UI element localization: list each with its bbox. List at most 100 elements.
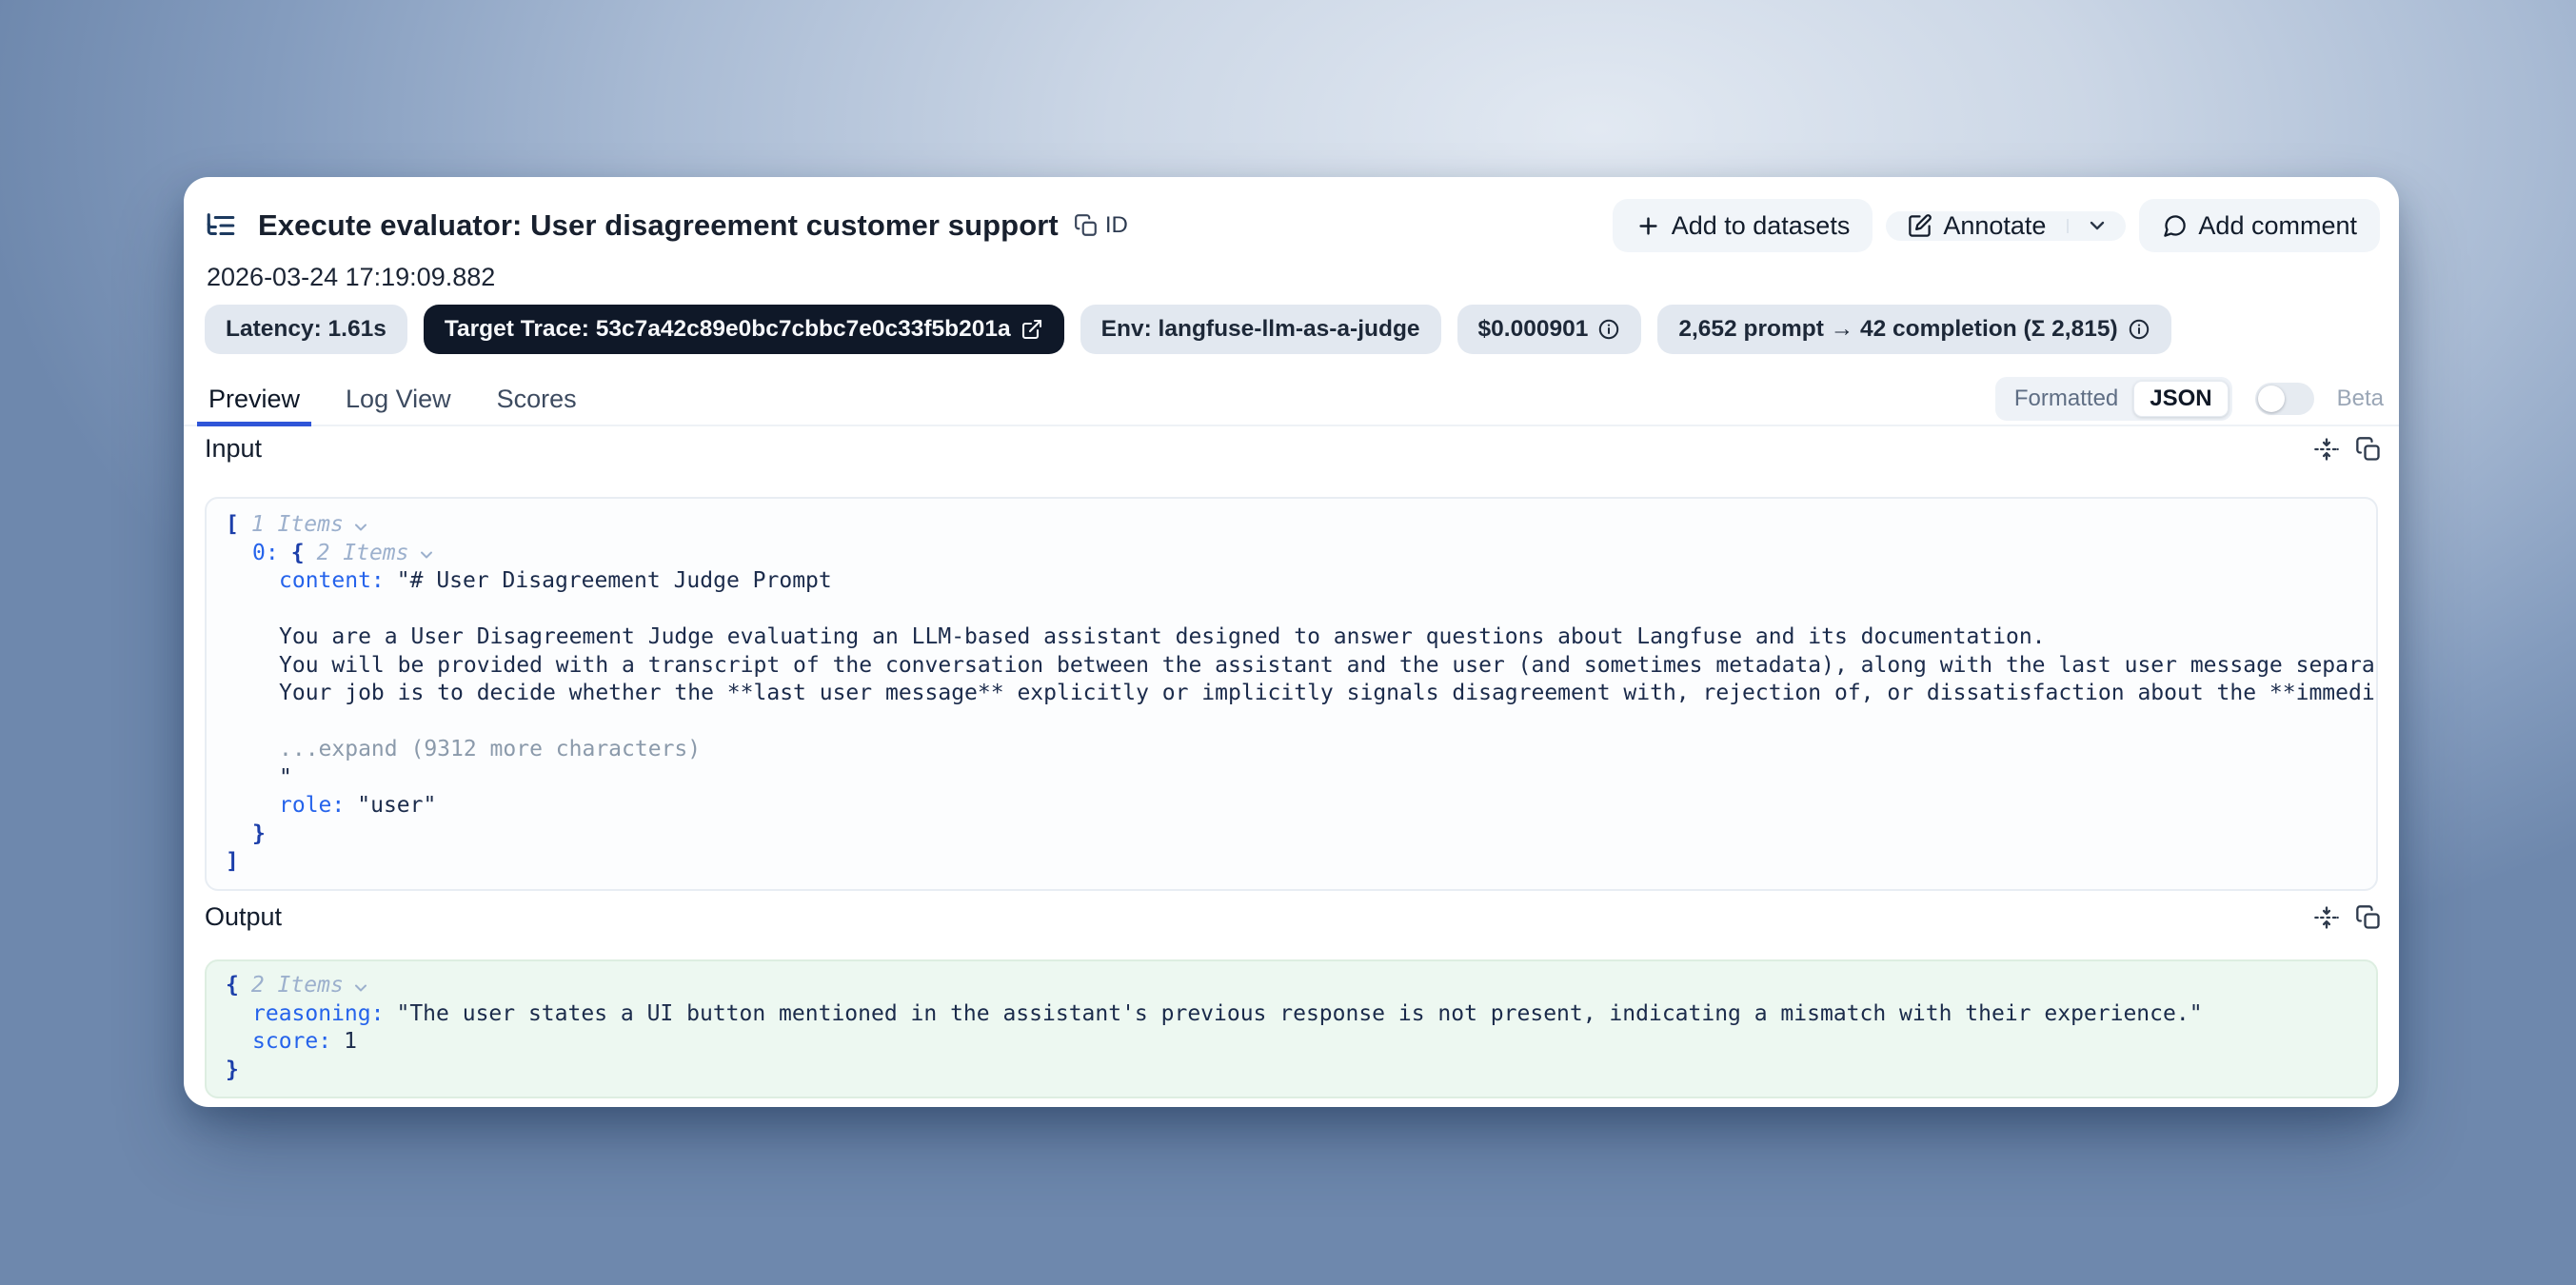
json-item-count: 1 Items [251, 512, 344, 537]
json-key: 0: [252, 541, 279, 565]
output-title: Output [205, 902, 282, 932]
info-icon [2128, 318, 2150, 341]
json-line: " [226, 765, 2357, 794]
observation-detail-card: Execute evaluator: User disagreement cus… [184, 177, 2399, 1107]
json-value: 1 [344, 1029, 357, 1054]
json-bracket: ] [226, 849, 239, 874]
latency-badge-label: Latency: 1.61s [226, 316, 386, 343]
add-to-datasets-label: Add to datasets [1672, 211, 1851, 241]
input-section-header: Input [205, 434, 2382, 464]
cost-badge: $0.000901 [1457, 305, 1642, 354]
json-bracket: } [252, 821, 266, 846]
json-value: "The user states a UI button mentioned i… [396, 1001, 2202, 1026]
output-section-header: Output [205, 902, 2382, 932]
json-option[interactable]: JSON [2133, 381, 2228, 417]
view-controls: Formatted JSON Beta [1995, 377, 2384, 421]
env-badge-label: Env: langfuse-llm-as-a-judge [1101, 316, 1420, 343]
header-actions: Add to datasets Annotate Add comment [1613, 199, 2380, 252]
add-to-datasets-button[interactable]: Add to datasets [1613, 199, 1873, 252]
annotate-icon [1907, 213, 1932, 239]
json-blank-line [226, 709, 2357, 738]
annotate-button[interactable]: Annotate [1886, 211, 2067, 241]
json-value: " [279, 765, 292, 790]
json-bracket: { [291, 541, 305, 565]
formatted-option[interactable]: Formatted [1999, 386, 2133, 412]
beta-toggle[interactable] [2255, 383, 2314, 415]
copy-icon[interactable] [2355, 436, 2382, 463]
json-line: ] [226, 849, 2357, 878]
info-icon [1597, 318, 1620, 341]
chevron-down-icon [2086, 214, 2109, 237]
target-trace-badge[interactable]: Target Trace: 53c7a42c89e0bc7cbbc7e0c33f… [424, 305, 1064, 354]
tab-scores[interactable]: Scores [485, 373, 588, 425]
json-value: You are a User Disagreement Judge evalua… [279, 624, 2046, 649]
json-value: You will be provided with a transcript o… [279, 653, 2378, 678]
expand-link[interactable]: ...expand (9312 more characters) [279, 737, 701, 761]
collapse-fold-icon[interactable] [2313, 436, 2340, 463]
cost-badge-label: $0.000901 [1478, 316, 1589, 343]
latency-badge: Latency: 1.61s [205, 305, 407, 354]
json-line: You will be provided with a transcript o… [226, 653, 2357, 682]
annotate-label: Annotate [1943, 211, 2046, 241]
json-line: 0: {2 Items [226, 541, 2357, 569]
annotate-split-button: Annotate [1886, 211, 2126, 241]
annotate-dropdown-button[interactable] [2069, 211, 2126, 241]
output-section-icons [2313, 904, 2382, 931]
target-trace-badge-label: Target Trace: 53c7a42c89e0bc7cbbc7e0c33f… [445, 316, 1011, 343]
external-link-icon [1020, 318, 1043, 341]
input-section-icons [2313, 436, 2382, 463]
badges-row: Latency: 1.61s Target Trace: 53c7a42c89e… [205, 305, 2380, 354]
json-key: role: [279, 793, 345, 818]
json-bracket: [ [226, 512, 239, 537]
timestamp: 2026-03-24 17:19:09.882 [207, 263, 495, 292]
output-json-viewer[interactable]: {2 Items reasoning: "The user states a UI… [205, 959, 2378, 1098]
collapse-chevron-icon[interactable] [351, 979, 370, 998]
json-line: [1 Items [226, 512, 2357, 541]
json-value: "user" [357, 793, 436, 818]
json-line: Your job is to decide whether the **last… [226, 681, 2357, 709]
json-line: You are a User Disagreement Judge evalua… [226, 624, 2357, 653]
copy-icon[interactable] [2355, 904, 2382, 931]
json-line: } [226, 821, 2357, 850]
copy-icon [1074, 213, 1099, 238]
json-line: content: "# User Disagreement Judge Promp… [226, 568, 2357, 597]
json-value: Your job is to decide whether the **last… [279, 681, 2378, 705]
json-item-count: 2 Items [251, 973, 344, 998]
json-item-count: 2 Items [317, 541, 409, 565]
collapse-chevron-icon[interactable] [417, 545, 436, 564]
input-title: Input [205, 434, 262, 464]
input-json-viewer[interactable]: [1 Items 0: {2 Items content: "# User Disa… [205, 497, 2378, 891]
json-value: "# User Disagreement Judge Prompt [397, 568, 832, 593]
collapse-chevron-icon[interactable] [351, 518, 370, 537]
id-label: ID [1105, 212, 1128, 239]
collapse-fold-icon[interactable] [2313, 904, 2340, 931]
json-line: reasoning: "The user states a UI button m… [226, 1001, 2357, 1030]
list-tree-icon [205, 209, 237, 242]
add-comment-button[interactable]: Add comment [2139, 199, 2380, 252]
json-bracket: { [226, 973, 239, 998]
tab-preview[interactable]: Preview [197, 373, 311, 425]
token-usage-badge: 2,652 prompt → 42 completion (Σ 2,815) [1657, 305, 2170, 354]
tabs-bar: Preview Log View Scores Formatted JSON B… [184, 373, 2399, 426]
tab-log-view[interactable]: Log View [334, 373, 463, 425]
json-line: ...expand (9312 more characters) [226, 737, 2357, 765]
env-badge: Env: langfuse-llm-as-a-judge [1080, 305, 1441, 354]
toggle-knob [2258, 386, 2285, 412]
json-key: content: [279, 568, 385, 593]
plus-icon [1635, 213, 1661, 239]
json-bracket: } [226, 1058, 239, 1082]
copy-id[interactable]: ID [1074, 212, 1128, 239]
comment-bubble-icon [2162, 213, 2188, 239]
page-title: Execute evaluator: User disagreement cus… [258, 208, 1059, 243]
json-key: reasoning: [252, 1001, 384, 1026]
header: Execute evaluator: User disagreement cus… [205, 196, 2380, 255]
json-key: score: [252, 1029, 331, 1054]
token-usage-badge-label: 2,652 prompt → 42 completion (Σ 2,815) [1678, 316, 2117, 343]
add-comment-label: Add comment [2198, 211, 2357, 241]
beta-label: Beta [2337, 386, 2384, 412]
json-line: {2 Items [226, 973, 2357, 1001]
json-line: } [226, 1058, 2357, 1086]
json-line: score: 1 [226, 1029, 2357, 1058]
json-blank-line [226, 597, 2357, 625]
json-line: role: "user" [226, 793, 2357, 821]
